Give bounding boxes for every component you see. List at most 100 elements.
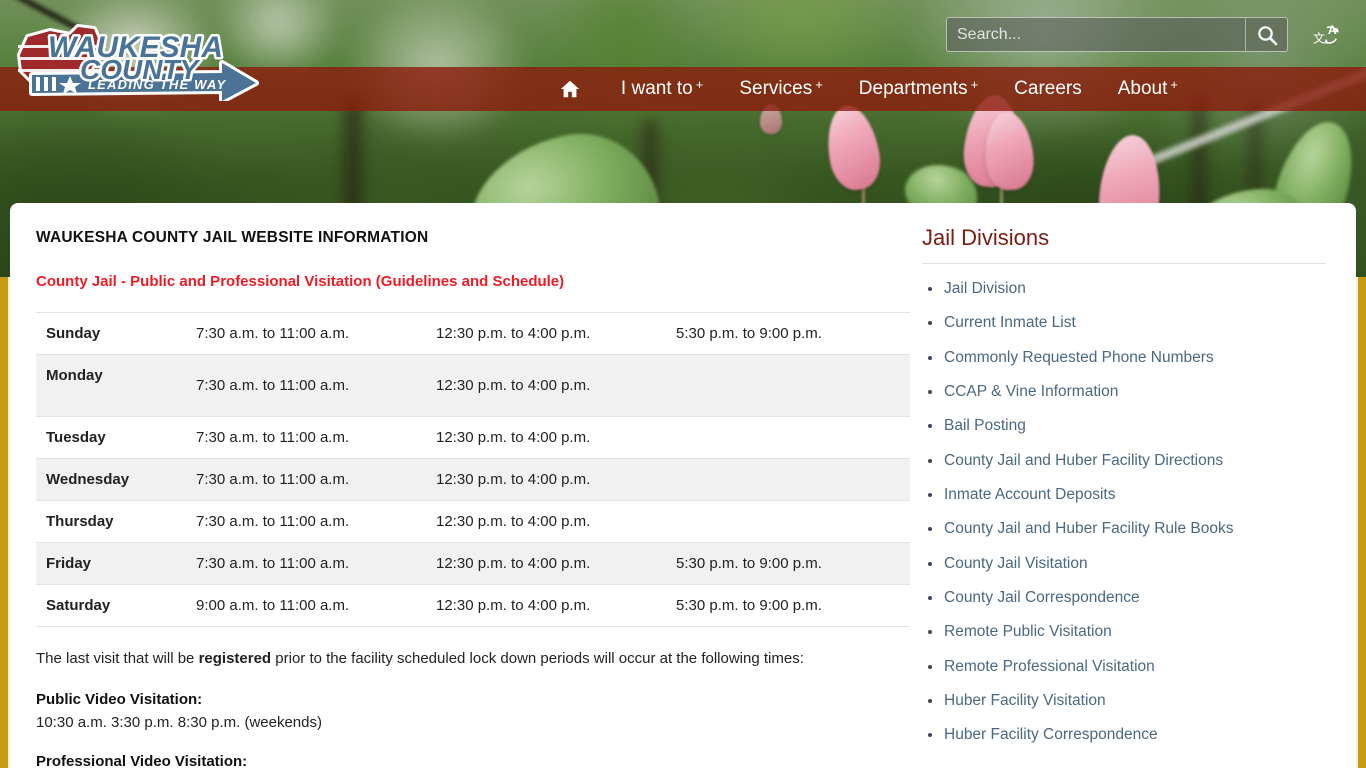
page-title: WAUKESHA COUNTY JAIL WEBSITE INFORMATION bbox=[36, 229, 429, 246]
sidebar-link-ccap-vine-information[interactable]: CCAP & Vine Information bbox=[944, 383, 1118, 400]
schedule-slot: 5:30 p.m. to 9:00 p.m. bbox=[666, 584, 910, 627]
nav-item-services[interactable]: Services + bbox=[739, 77, 823, 100]
sidebar-link-commonly-requested-phone-numbers[interactable]: Commonly Requested Phone Numbers bbox=[944, 349, 1214, 366]
table-row: Sunday 7:30 a.m. to 11:00 a.m. 12:30 p.m… bbox=[36, 312, 910, 355]
search-box[interactable] bbox=[946, 17, 1288, 52]
sidebar-link-county-jail-huber-directions[interactable]: County Jail and Huber Facility Direction… bbox=[944, 452, 1223, 469]
list-item: CCAP & Vine Information bbox=[922, 383, 1326, 400]
page-subtitle: County Jail - Public and Professional Vi… bbox=[36, 273, 565, 290]
nav-label: Careers bbox=[1014, 78, 1082, 99]
right-gold-strip bbox=[1358, 277, 1366, 768]
schedule-day: Friday bbox=[36, 542, 186, 585]
nav-label: Departments bbox=[858, 78, 968, 99]
public-video-times: 10:30 a.m. 3:30 p.m. 8:30 p.m. (weekends… bbox=[36, 714, 322, 732]
list-item: Jail Division bbox=[922, 280, 1326, 297]
nav-label: About bbox=[1117, 78, 1168, 99]
schedule-slot: 12:30 p.m. to 4:00 p.m. bbox=[426, 542, 666, 585]
nav-plus-icon: + bbox=[1170, 77, 1178, 92]
sidebar-link-list: Jail Division Current Inmate List Common… bbox=[922, 280, 1326, 744]
schedule-day: Sunday bbox=[36, 312, 186, 355]
list-item: Current Inmate List bbox=[922, 314, 1326, 331]
schedule-slot: 7:30 a.m. to 11:00 a.m. bbox=[186, 354, 426, 417]
schedule-slot bbox=[666, 500, 910, 543]
nav-home-link[interactable] bbox=[559, 78, 581, 100]
magnifier-icon bbox=[1257, 25, 1277, 45]
schedule-day: Tuesday bbox=[36, 416, 186, 459]
search-button[interactable] bbox=[1245, 18, 1287, 51]
sidebar-column: Jail Divisions Jail Division Current Inm… bbox=[910, 203, 1356, 768]
list-item: Inmate Account Deposits bbox=[922, 486, 1326, 503]
main-content-column: WAUKESHA COUNTY JAIL WEBSITE INFORMATION… bbox=[10, 203, 910, 768]
nav-item-departments[interactable]: Departments + bbox=[858, 77, 979, 100]
schedule-slot: 12:30 p.m. to 4:00 p.m. bbox=[426, 458, 666, 501]
list-item: Bail Posting bbox=[922, 417, 1326, 434]
logo-tagline: LEADING THE WAY bbox=[88, 77, 226, 92]
sidebar-link-huber-facility-visitation[interactable]: Huber Facility Visitation bbox=[944, 692, 1106, 709]
lockdown-note-post: prior to the facility scheduled lock dow… bbox=[271, 650, 804, 667]
nav-plus-icon: + bbox=[815, 77, 823, 92]
table-row: Wednesday 7:30 a.m. to 11:00 a.m. 12:30 … bbox=[36, 458, 910, 501]
nav-item-careers[interactable]: Careers bbox=[1014, 78, 1082, 100]
sidebar-link-county-jail-huber-rule-books[interactable]: County Jail and Huber Facility Rule Book… bbox=[944, 520, 1233, 537]
site-logo[interactable]: WAUKESHA WAUKESHA COUNTY COUNTY LEADING … bbox=[8, 17, 268, 104]
schedule-slot: 12:30 p.m. to 4:00 p.m. bbox=[426, 584, 666, 627]
translate-button[interactable]: 文 A bbox=[1306, 18, 1346, 52]
visitation-schedule-table: Sunday 7:30 a.m. to 11:00 a.m. 12:30 p.m… bbox=[36, 312, 910, 627]
table-row: Saturday 9:00 a.m. to 11:00 a.m. 12:30 p… bbox=[36, 584, 910, 627]
sidebar-link-current-inmate-list[interactable]: Current Inmate List bbox=[944, 314, 1076, 331]
list-item: County Jail Correspondence bbox=[922, 589, 1326, 606]
left-gold-strip bbox=[0, 277, 8, 768]
table-row: Thursday 7:30 a.m. to 11:00 a.m. 12:30 p… bbox=[36, 500, 910, 543]
list-item: Commonly Requested Phone Numbers bbox=[922, 349, 1326, 366]
sidebar-link-county-jail-visitation[interactable]: County Jail Visitation bbox=[944, 555, 1088, 572]
schedule-slot: 12:30 p.m. to 4:00 p.m. bbox=[426, 312, 666, 355]
nav-item-about[interactable]: About + bbox=[1117, 77, 1178, 100]
list-item: County Jail Visitation bbox=[922, 555, 1326, 572]
table-row: Tuesday 7:30 a.m. to 11:00 a.m. 12:30 p.… bbox=[36, 416, 910, 459]
search-input[interactable] bbox=[947, 18, 1245, 51]
sidebar-link-remote-professional-visitation[interactable]: Remote Professional Visitation bbox=[944, 658, 1155, 675]
schedule-slot bbox=[666, 416, 910, 459]
schedule-slot: 12:30 p.m. to 4:00 p.m. bbox=[426, 500, 666, 543]
schedule-slot bbox=[666, 354, 910, 417]
list-item: Remote Professional Visitation bbox=[922, 658, 1326, 675]
professional-video-heading: Professional Video Visitation: bbox=[36, 753, 248, 768]
list-item: County Jail and Huber Facility Rule Book… bbox=[922, 520, 1326, 537]
schedule-slot: 7:30 a.m. to 11:00 a.m. bbox=[186, 416, 426, 459]
nav-label: Services bbox=[739, 78, 813, 99]
schedule-slot: 7:30 a.m. to 11:00 a.m. bbox=[186, 542, 426, 585]
sidebar-link-remote-public-visitation[interactable]: Remote Public Visitation bbox=[944, 623, 1112, 640]
list-item: County Jail and Huber Facility Direction… bbox=[922, 452, 1326, 469]
nav-plus-icon: + bbox=[970, 77, 979, 92]
nav-plus-icon: + bbox=[695, 77, 704, 92]
page-root: WAUKESHA WAUKESHA COUNTY COUNTY LEADING … bbox=[0, 0, 1366, 768]
list-item: Huber Facility Correspondence bbox=[922, 726, 1326, 743]
schedule-slot: 5:30 p.m. to 9:00 p.m. bbox=[666, 542, 910, 585]
nav-item-i-want-to[interactable]: I want to + bbox=[620, 77, 704, 100]
schedule-day: Saturday bbox=[36, 584, 186, 627]
translate-icon: 文 A bbox=[1313, 23, 1340, 45]
sidebar-link-huber-facility-correspondence[interactable]: Huber Facility Correspondence bbox=[944, 726, 1158, 743]
sidebar-link-bail-posting[interactable]: Bail Posting bbox=[944, 417, 1026, 434]
public-video-heading: Public Video Visitation: bbox=[36, 691, 203, 709]
content-card: WAUKESHA COUNTY JAIL WEBSITE INFORMATION… bbox=[10, 203, 1356, 768]
schedule-day: Thursday bbox=[36, 500, 186, 543]
sidebar-link-jail-division[interactable]: Jail Division bbox=[944, 280, 1026, 297]
nav-label: I want to bbox=[620, 78, 693, 99]
schedule-slot bbox=[666, 458, 910, 501]
list-item: Huber Facility Visitation bbox=[922, 692, 1326, 709]
schedule-day: Monday bbox=[36, 354, 186, 417]
schedule-day: Wednesday bbox=[36, 458, 186, 501]
schedule-slot: 9:00 a.m. to 11:00 a.m. bbox=[186, 584, 426, 627]
table-row: Friday 7:30 a.m. to 11:00 a.m. 12:30 p.m… bbox=[36, 542, 910, 585]
schedule-slot: 7:30 a.m. to 11:00 a.m. bbox=[186, 458, 426, 501]
table-row: Monday 7:30 a.m. to 11:00 a.m. 12:30 p.m… bbox=[36, 354, 910, 417]
home-icon bbox=[560, 80, 580, 98]
sidebar-link-county-jail-correspondence[interactable]: County Jail Correspondence bbox=[944, 589, 1140, 606]
svg-text:文: 文 bbox=[1313, 30, 1325, 45]
sidebar-title: Jail Divisions bbox=[922, 225, 1050, 250]
schedule-slot: 12:30 p.m. to 4:00 p.m. bbox=[426, 416, 666, 459]
list-item: Remote Public Visitation bbox=[922, 623, 1326, 640]
schedule-slot: 7:30 a.m. to 11:00 a.m. bbox=[186, 500, 426, 543]
sidebar-link-inmate-account-deposits[interactable]: Inmate Account Deposits bbox=[944, 486, 1115, 503]
